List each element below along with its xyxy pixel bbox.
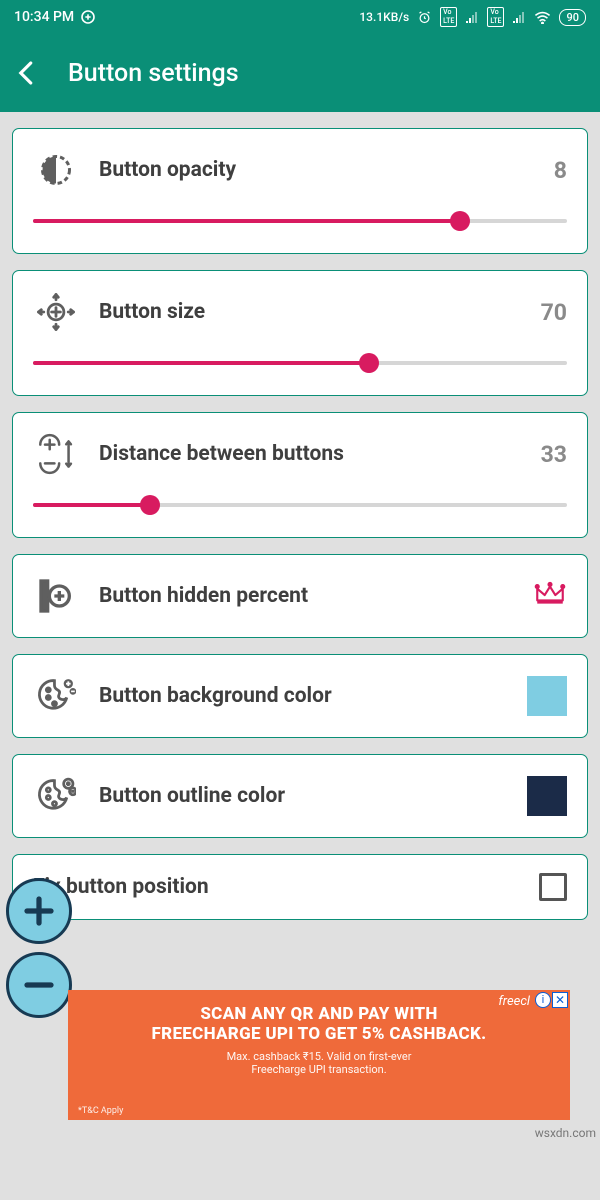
fix-position-checkbox[interactable]: [539, 873, 567, 901]
size-slider[interactable]: [33, 349, 567, 377]
setting-outline-color[interactable]: Button outline color: [12, 754, 588, 838]
outline-color-swatch[interactable]: [527, 776, 567, 816]
crown-icon: [533, 580, 567, 612]
opacity-slider[interactable]: [33, 207, 567, 235]
setting-label: Button hidden percent: [99, 584, 513, 608]
signal-icon-1: [465, 11, 479, 23]
ad-info-icon[interactable]: i: [535, 992, 551, 1008]
ad-controls: i ✕: [535, 992, 568, 1008]
page-title: Button settings: [68, 59, 239, 88]
ad-sub-1: Max. cashback ₹15. Valid on first-ever: [86, 1050, 552, 1063]
status-right: 13.1KB/s VoLTE VoLTE 90: [359, 7, 586, 27]
setting-label: Button background color: [99, 684, 507, 708]
back-icon[interactable]: [12, 58, 42, 88]
size-icon: [33, 289, 79, 335]
app-header: Button settings: [0, 34, 600, 112]
setting-fix-position[interactable]: Fix button position: [12, 854, 588, 920]
status-bar: 10:34 PM 13.1KB/s VoLTE VoLTE 90: [0, 0, 600, 34]
setting-bg-color[interactable]: Button background color: [12, 654, 588, 738]
hidden-icon: [33, 573, 79, 619]
ad-close-icon[interactable]: ✕: [552, 992, 568, 1008]
status-speed: 13.1KB/s: [359, 10, 409, 24]
distance-slider[interactable]: [33, 491, 567, 519]
setting-value: 33: [541, 441, 567, 468]
status-time: 10:34 PM: [14, 9, 74, 25]
setting-label: Button outline color: [99, 784, 507, 808]
ad-banner[interactable]: freecl i ✕ SCAN ANY QR AND PAY WITH FREE…: [68, 990, 570, 1120]
bg-color-swatch[interactable]: [527, 676, 567, 716]
volte-icon-1: VoLTE: [440, 7, 457, 27]
ad-headline-2: FREECHARGE UPI TO GET 5% CASHBACK.: [86, 1024, 552, 1044]
alarm-icon: [417, 10, 432, 25]
palette-outline-icon: [33, 773, 79, 819]
volte-icon-2: VoLTE: [487, 7, 504, 27]
setting-label: Distance between buttons: [99, 442, 521, 466]
status-left: 10:34 PM: [14, 9, 96, 25]
ad-brand: freecl: [498, 994, 530, 1009]
watermark: wsxdn.com: [535, 1126, 596, 1140]
setting-label: Button size: [99, 300, 521, 324]
setting-label: Fix button position: [33, 875, 519, 899]
setting-label: Button opacity: [99, 158, 534, 182]
signal-icon-2: [512, 11, 526, 23]
setting-distance[interactable]: Distance between buttons 33: [12, 412, 588, 538]
zoom-in-button[interactable]: [6, 878, 72, 944]
zoom-out-button[interactable]: [6, 952, 72, 1018]
setting-value: 8: [554, 157, 567, 184]
palette-icon: [33, 673, 79, 719]
ad-sub-2: Freecharge UPI transaction.: [86, 1063, 552, 1076]
wifi-icon: [534, 11, 551, 24]
plus-circle-icon: [80, 9, 96, 25]
setting-value: 70: [541, 299, 567, 326]
distance-icon: [33, 431, 79, 477]
battery-icon: 90: [559, 9, 586, 26]
ad-terms: *T&C Apply: [78, 1106, 123, 1116]
ad-headline-1: SCAN ANY QR AND PAY WITH: [86, 1004, 552, 1024]
settings-list: Button opacity 8 Button size 70: [0, 112, 600, 936]
opacity-icon: [33, 147, 79, 193]
setting-size[interactable]: Button size 70: [12, 270, 588, 396]
setting-hidden-percent[interactable]: Button hidden percent: [12, 554, 588, 638]
setting-opacity[interactable]: Button opacity 8: [12, 128, 588, 254]
